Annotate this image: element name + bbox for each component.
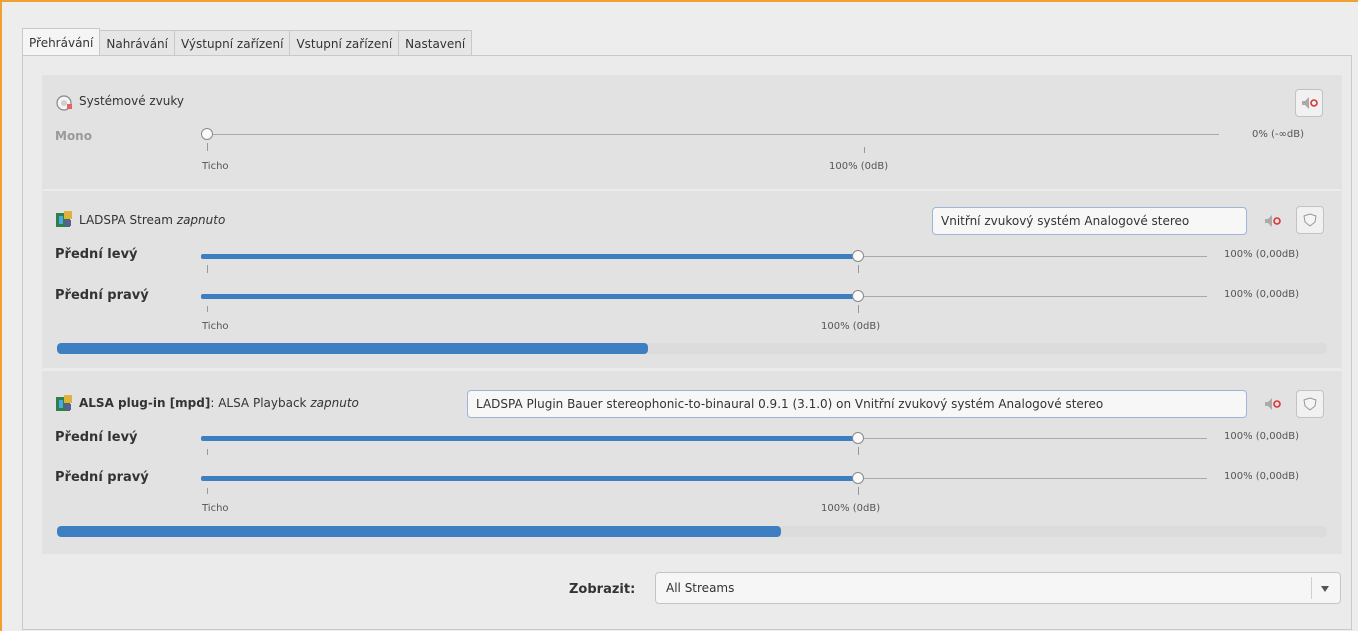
alsa-level-meter: [57, 526, 1327, 537]
alsa-stream-title: ALSA plug-in [mpd]: ALSA Playback zapnut…: [79, 396, 359, 410]
alsa-lock-button[interactable]: [1296, 390, 1324, 418]
ladspa-meter-fill: [57, 343, 648, 354]
ladspa-ch1-value: 100% (0,00dB): [1224, 249, 1300, 260]
ladspa-ch1-tick-100: [858, 265, 859, 273]
speaker-app-icon: [56, 95, 72, 111]
alsa-ch1-tick-100: [858, 447, 859, 455]
plugin-icon: [56, 395, 72, 411]
alsa-ch1-fill: [201, 436, 858, 441]
ladspa-scale-silence: Ticho: [202, 321, 229, 332]
scale-silence-label: Ticho: [202, 161, 229, 172]
ladspa-lock-button[interactable]: [1296, 206, 1324, 234]
alsa-device-button[interactable]: LADSPA Plugin Bauer stereophonic-to-bina…: [467, 390, 1247, 418]
ladspa-stream-state: zapnuto: [176, 213, 226, 227]
plugin-icon: [56, 211, 72, 227]
alsa-stream-name: ALSA plug-in [mpd]: [79, 396, 211, 410]
tab-recording[interactable]: Nahrávání: [100, 30, 175, 56]
system-sounds-mute-button[interactable]: [1295, 89, 1323, 117]
ladspa-device-button[interactable]: Vnitřní zvukový systém Analogové stereo: [932, 207, 1247, 235]
alsa-ch1-knob[interactable]: [852, 432, 864, 444]
system-sounds-value: 0% (-∞dB): [1252, 129, 1304, 140]
system-sounds-title: Systémové zvuky: [79, 94, 185, 108]
ladspa-ch1-knob[interactable]: [852, 250, 864, 262]
tick-100: [864, 147, 865, 153]
alsa-stream-state: zapnuto: [310, 396, 359, 410]
show-streams-value: All Streams: [666, 581, 735, 595]
ladspa-mute-icon[interactable]: [1264, 214, 1282, 228]
system-sounds-section: [42, 75, 1342, 189]
ladspa-ch2-label: Přední pravý: [55, 288, 149, 303]
select-divider: [1311, 577, 1312, 599]
ladspa-stream-title: LADSPA Stream zapnuto: [79, 213, 225, 227]
alsa-ch2-label: Přední pravý: [55, 470, 149, 485]
system-sounds-slider-knob[interactable]: [201, 128, 213, 140]
alsa-mute-icon[interactable]: [1264, 397, 1282, 411]
ladspa-ch1-fill: [201, 254, 858, 259]
alsa-scale-silence: Ticho: [202, 503, 229, 514]
tab-input-devices[interactable]: Vstupní zařízení: [290, 30, 400, 56]
ladspa-level-meter: [57, 343, 1327, 354]
alsa-ch2-tick-silence: [207, 488, 208, 494]
ladspa-ch2-tick-silence: [207, 306, 208, 312]
speaker-mute-icon: [1302, 97, 1318, 109]
alsa-ch2-knob[interactable]: [852, 472, 864, 484]
alsa-meter-fill: [57, 526, 781, 537]
alsa-ch2-value: 100% (0,00dB): [1224, 471, 1300, 482]
alsa-ch1-label: Přední levý: [55, 430, 138, 445]
shield-lock-icon: [1303, 397, 1317, 411]
ladspa-ch2-knob[interactable]: [852, 290, 864, 302]
ladspa-ch1-tick-silence: [207, 265, 208, 273]
alsa-ch2-fill: [201, 476, 858, 481]
tick-silence: [207, 143, 208, 151]
tab-output-devices[interactable]: Výstupní zařízení: [175, 30, 291, 56]
show-streams-select[interactable]: All Streams: [655, 572, 1341, 604]
ladspa-ch2-value: 100% (0,00dB): [1224, 289, 1300, 300]
system-sounds-channel-label: Mono: [55, 129, 92, 143]
show-label: Zobrazit:: [569, 582, 636, 597]
ladspa-ch1-label: Přední levý: [55, 247, 138, 262]
alsa-stream-subtitle: : ALSA Playback: [210, 396, 307, 410]
tab-settings[interactable]: Nastavení: [399, 30, 473, 56]
alsa-ch2-tick-100: [858, 487, 859, 495]
alsa-scale-100: 100% (0dB): [821, 503, 881, 514]
chevron-down-icon: [1321, 586, 1329, 592]
scale-100-label: 100% (0dB): [829, 161, 889, 172]
ladspa-stream-name: LADSPA Stream: [79, 213, 173, 227]
alsa-ch1-tick-silence: [207, 449, 208, 455]
shield-lock-icon: [1303, 213, 1317, 227]
alsa-ch1-value: 100% (0,00dB): [1224, 431, 1300, 442]
ladspa-ch2-fill: [201, 294, 858, 299]
ladspa-ch2-tick-100: [858, 305, 859, 313]
tab-playback[interactable]: Přehrávání: [22, 28, 101, 56]
ladspa-scale-100: 100% (0dB): [821, 321, 881, 332]
tab-bar: Přehrávání Nahrávání Výstupní zařízení V…: [22, 28, 473, 56]
system-sounds-slider-track[interactable]: [201, 134, 1219, 135]
